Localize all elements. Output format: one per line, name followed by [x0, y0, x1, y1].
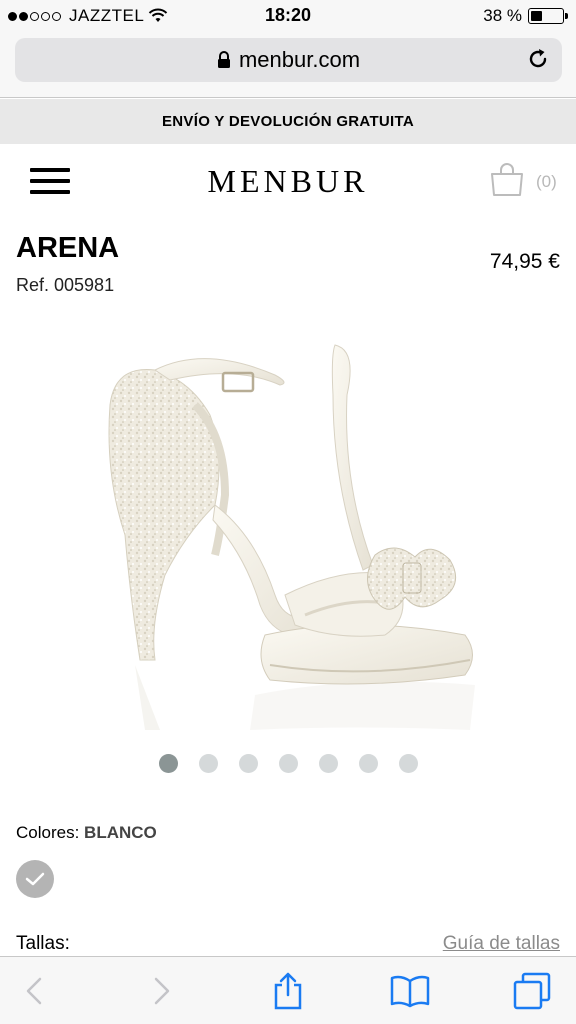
chevron-right-icon — [154, 977, 170, 1005]
battery-icon — [528, 8, 568, 24]
shopping-bag-icon[interactable] — [489, 162, 525, 198]
chevron-left-icon — [26, 977, 42, 1005]
product-image[interactable] — [95, 335, 485, 735]
tabs-button[interactable] — [510, 969, 554, 1013]
status-bar: JAZZTEL 18:20 38 % — [0, 0, 576, 32]
image-pagination — [0, 754, 576, 773]
address-bar[interactable]: menbur.com — [15, 38, 562, 82]
book-icon — [390, 975, 430, 1008]
forward-button[interactable] — [140, 969, 184, 1013]
site-header: MENBUR (0) — [0, 144, 576, 222]
battery-level — [531, 11, 542, 21]
back-button[interactable] — [12, 969, 56, 1013]
colors-row: Colores: BLANCO — [16, 823, 157, 843]
cart-count[interactable]: (0) — [536, 172, 557, 192]
lock-icon — [217, 51, 230, 68]
pagination-dot[interactable] — [278, 754, 298, 773]
promo-banner: ENVÍO Y DEVOLUCIÓN GRATUITA — [0, 99, 576, 144]
product-title: ARENA — [16, 232, 120, 264]
browser-address-area: menbur.com — [0, 32, 576, 98]
pagination-dot[interactable] — [318, 754, 338, 773]
share-button[interactable] — [266, 969, 310, 1013]
pagination-dot[interactable] — [198, 754, 218, 773]
pagination-dot[interactable] — [398, 754, 418, 773]
pagination-dot[interactable] — [358, 754, 378, 773]
product-price: 74,95 € — [489, 250, 560, 273]
reload-icon[interactable] — [526, 47, 550, 71]
tabs-icon — [513, 972, 551, 1010]
bookmarks-button[interactable] — [388, 969, 432, 1013]
pagination-dot[interactable] — [238, 754, 258, 773]
url-text: menbur.com — [238, 47, 361, 72]
share-icon — [274, 972, 302, 1010]
battery-percent: 38 % — [483, 6, 522, 25]
sizes-label: Tallas: — [16, 933, 70, 954]
color-swatch-blanco[interactable] — [16, 860, 54, 898]
checkmark-icon — [25, 872, 45, 886]
product-ref: Ref. 005981 — [16, 275, 115, 295]
status-right: 38 % — [483, 6, 568, 26]
pagination-dot[interactable] — [158, 754, 178, 773]
colors-label: Colores: — [16, 823, 80, 842]
browser-toolbar — [0, 956, 576, 1024]
selected-color: BLANCO — [84, 823, 157, 842]
size-guide-link[interactable]: Guía de tallas — [443, 933, 560, 955]
